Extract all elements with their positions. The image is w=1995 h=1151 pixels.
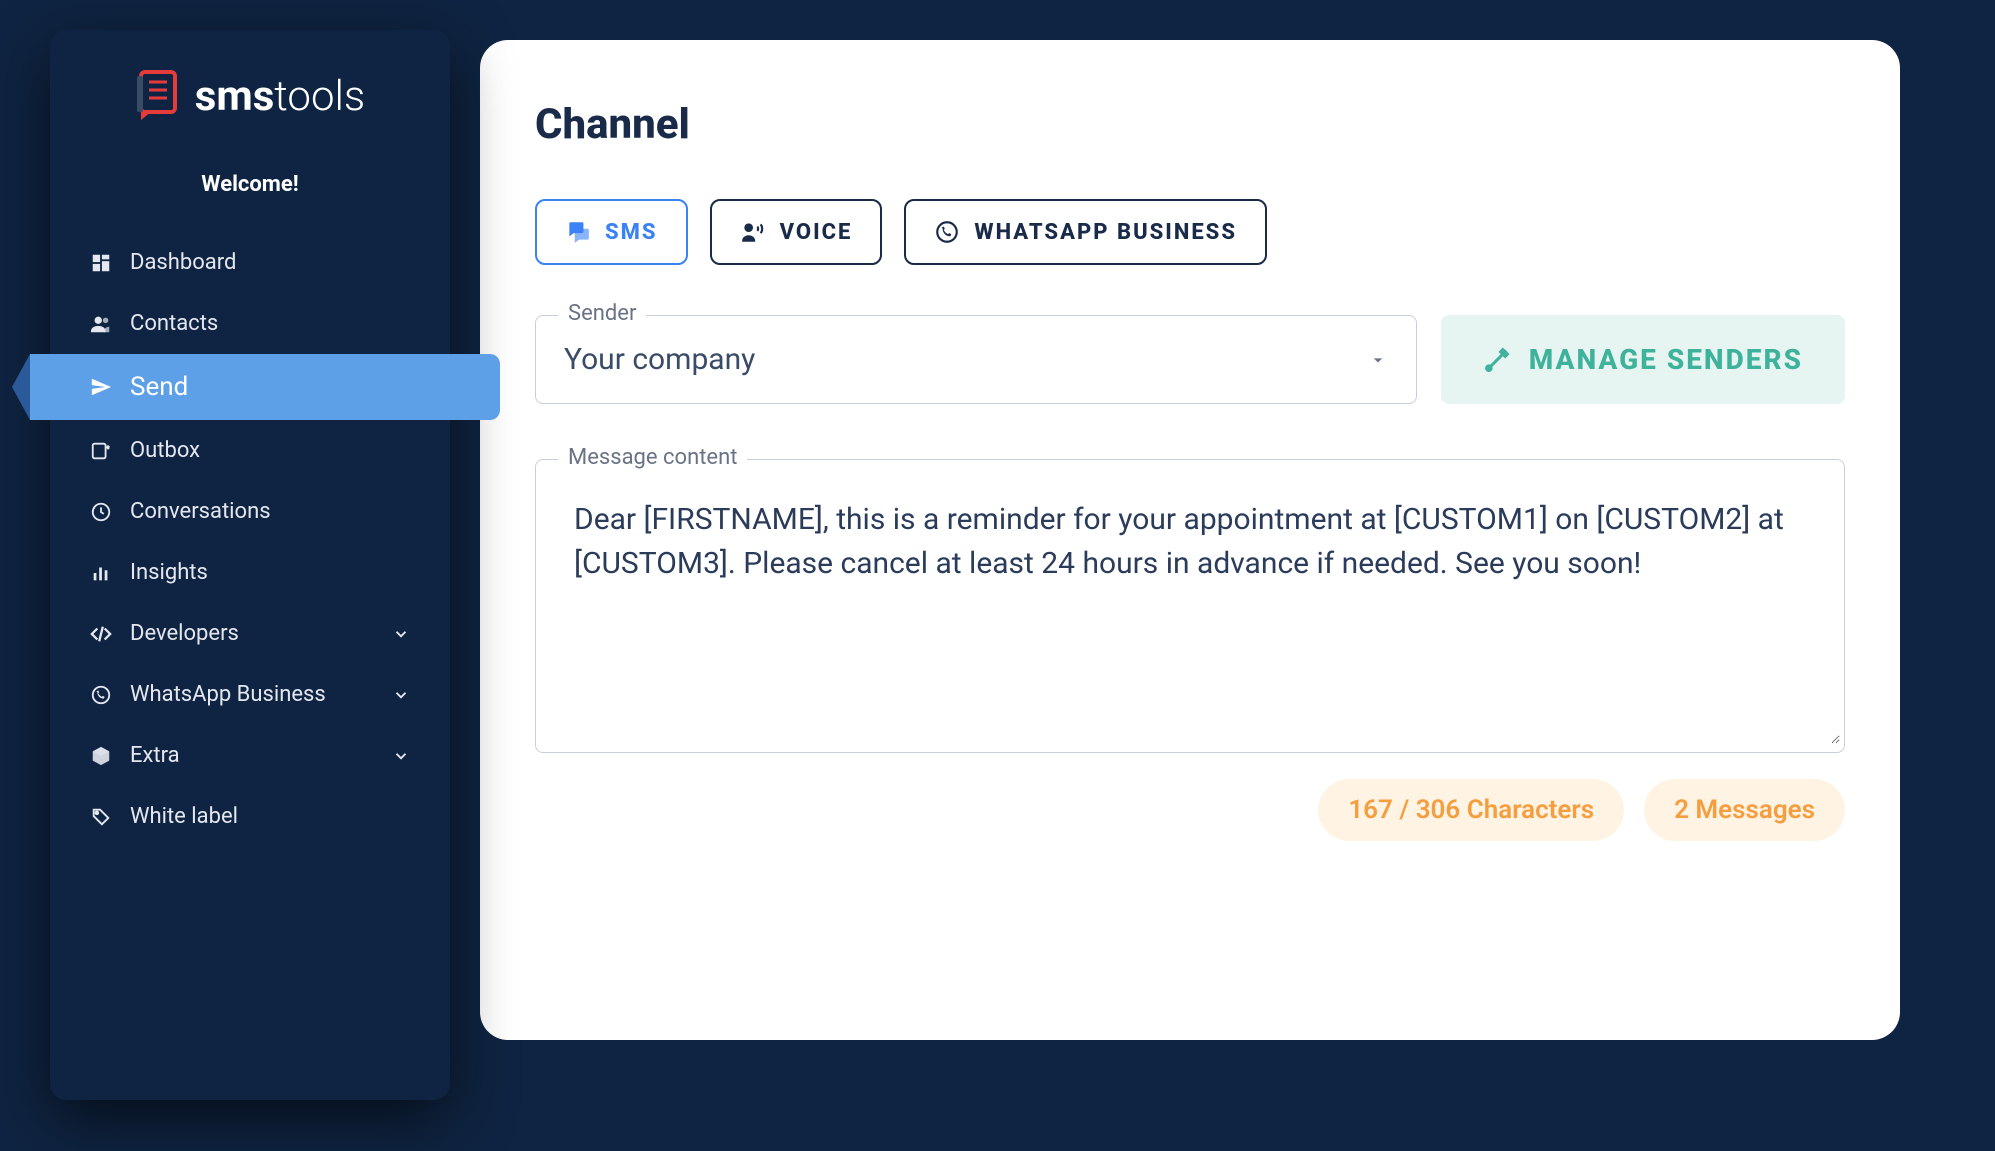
outbox-icon: [90, 440, 112, 462]
manage-senders-label: MANAGE SENDERS: [1529, 343, 1803, 376]
tab-whatsapp[interactable]: WHATSAPP BUSINESS: [904, 199, 1267, 265]
sidebar-item-label: Send: [130, 372, 188, 402]
chevron-down-icon: [392, 747, 410, 765]
sidebar-item-label: Insights: [130, 560, 208, 585]
tools-icon: [1483, 346, 1511, 374]
sms-icon: [565, 219, 591, 245]
tab-label: WHATSAPP BUSINESS: [974, 220, 1237, 245]
chevron-down-icon: [392, 686, 410, 704]
logo-text: smstools: [195, 72, 365, 121]
message-count-pill: 2 Messages: [1644, 779, 1845, 841]
tab-sms[interactable]: SMS: [535, 199, 688, 265]
tab-voice[interactable]: VOICE: [710, 199, 883, 265]
message-textarea[interactable]: [540, 464, 1840, 744]
logo-icon: [135, 70, 183, 122]
sidebar-item-label: White label: [130, 804, 238, 829]
manage-senders-button[interactable]: MANAGE SENDERS: [1441, 315, 1845, 404]
sidebar-item-send[interactable]: Send: [30, 354, 500, 420]
contacts-icon: [90, 313, 112, 335]
sidebar-item-label: Outbox: [130, 438, 200, 463]
history-icon: [90, 501, 112, 523]
sidebar-item-outbox[interactable]: Outbox: [50, 420, 450, 481]
channel-tabs: SMS VOICE WHATSAPP BUSINESS: [535, 199, 1845, 265]
sidebar-item-label: Dashboard: [130, 250, 236, 275]
main-panel: Channel SMS VOICE WHATSAPP BUSINESS Send…: [480, 40, 1900, 1040]
whatsapp-icon: [90, 684, 112, 706]
sidebar-item-label: WhatsApp Business: [130, 682, 326, 707]
dropdown-icon: [1368, 350, 1388, 370]
sidebar-item-label: Contacts: [130, 311, 218, 336]
extra-icon: [90, 745, 112, 767]
sidebar-item-label: Conversations: [130, 499, 271, 524]
sidebar-item-dashboard[interactable]: Dashboard: [50, 232, 450, 293]
sender-select[interactable]: Your company: [536, 316, 1416, 403]
message-fieldset: Message content: [535, 459, 1845, 753]
send-icon: [90, 376, 112, 398]
sender-fieldset: Sender Your company: [535, 315, 1417, 404]
sidebar-item-whitelabel[interactable]: White label: [50, 786, 450, 847]
tab-label: SMS: [605, 220, 658, 245]
sender-legend: Sender: [558, 301, 646, 326]
sidebar-item-extra[interactable]: Extra: [50, 725, 450, 786]
sidebar-item-conversations[interactable]: Conversations: [50, 481, 450, 542]
counts-row: 167 / 306 Characters 2 Messages: [535, 779, 1845, 841]
sidebar-item-whatsapp[interactable]: WhatsApp Business: [50, 664, 450, 725]
sidebar-item-insights[interactable]: Insights: [50, 542, 450, 603]
logo: smstools: [50, 70, 450, 122]
char-count-pill: 167 / 306 Characters: [1318, 779, 1624, 841]
sender-value: Your company: [564, 342, 755, 377]
tab-label: VOICE: [780, 220, 853, 245]
welcome-text: Welcome!: [50, 172, 450, 197]
whitelabel-icon: [90, 806, 112, 828]
whatsapp-icon: [934, 219, 960, 245]
chevron-down-icon: [392, 625, 410, 643]
insights-icon: [90, 562, 112, 584]
sidebar-item-label: Extra: [130, 743, 180, 768]
code-icon: [90, 623, 112, 645]
dashboard-icon: [90, 252, 112, 274]
sidebar-item-contacts[interactable]: Contacts: [50, 293, 450, 354]
sidebar-item-label: Developers: [130, 621, 239, 646]
voice-icon: [740, 219, 766, 245]
sidebar-item-developers[interactable]: Developers: [50, 603, 450, 664]
message-legend: Message content: [558, 445, 747, 470]
sidebar: smstools Welcome! Dashboard Contacts Sen…: [50, 30, 450, 1100]
page-title: Channel: [535, 100, 1845, 149]
